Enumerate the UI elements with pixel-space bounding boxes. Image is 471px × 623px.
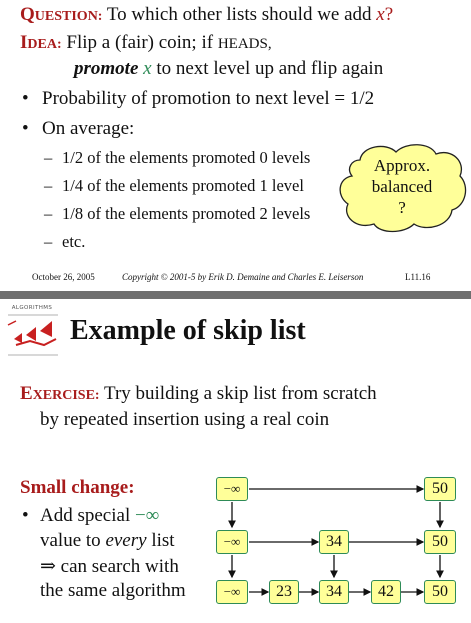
slide-separator	[0, 291, 471, 299]
footer-copyright: Copyright © 2001-5 by Erik D. Demaine an…	[122, 272, 364, 282]
bullet-on-average: On average:	[42, 118, 135, 139]
question-var: x	[376, 4, 385, 25]
node-middle-neg-infinity: −∞	[216, 530, 248, 554]
idea-promote: promote	[74, 58, 139, 79]
subitem-dash: –	[44, 176, 53, 195]
slide-example-skip-list: ALGORITHMS Example of skip list EXERCISE…	[0, 299, 471, 623]
idea-heads: HEADS,	[217, 36, 272, 52]
question-end: ?	[384, 4, 394, 25]
question-line: QUESTION: To which other lists should we…	[20, 4, 393, 26]
subitem-dash: –	[44, 232, 53, 251]
cloud-callout-text: Approx. balanced ?	[352, 155, 452, 218]
idea-var: x	[143, 58, 152, 79]
idea-label-rest: DEA:	[27, 37, 62, 52]
bullet-probability: Probability of promotion to next level =…	[42, 88, 375, 109]
node-bottom-23: 23	[269, 580, 299, 604]
idea-line-1: IDEA: Flip a (fair) coin; if HEADS,	[20, 32, 272, 54]
subitem-dash: –	[44, 148, 53, 167]
node-top-50: 50	[424, 477, 456, 501]
node-top-neg-infinity: −∞	[216, 477, 248, 501]
bullet-dot: •	[22, 88, 29, 109]
node-bottom-42: 42	[371, 580, 401, 604]
cloud-line-3: ?	[398, 198, 406, 217]
subitem-dash: –	[44, 204, 53, 223]
cloud-line-2: balanced	[371, 177, 433, 196]
node-middle-50: 50	[424, 530, 456, 554]
subitem-1-level: 1/4 of the elements promoted 1 level	[62, 176, 304, 195]
idea-text-b: to next level up and flip again	[156, 58, 384, 79]
footer-page-number: L11.16	[405, 272, 431, 282]
subitem-etc: etc.	[62, 232, 86, 251]
node-bottom-34: 34	[319, 580, 349, 604]
cloud-line-1: Approx.	[373, 156, 431, 175]
bullet-dot: •	[22, 118, 29, 139]
question-label-first: Q	[20, 4, 35, 25]
idea-line-2: promote x to next level up and flip agai…	[74, 58, 383, 80]
node-bottom-50: 50	[424, 580, 456, 604]
footer-date: October 26, 2005	[32, 272, 95, 282]
question-text: To which other lists should we add	[106, 4, 372, 25]
question-label-rest: UESTION:	[34, 9, 103, 24]
skip-list-links	[228, 485, 444, 596]
node-middle-34: 34	[319, 530, 349, 554]
subitem-0-levels: 1/2 of the elements promoted 0 levels	[62, 148, 311, 167]
idea-text-a: Flip a (fair) coin; if	[66, 32, 214, 53]
node-bottom-neg-infinity: −∞	[216, 580, 248, 604]
subitem-2-levels: 1/8 of the elements promoted 2 levels	[62, 204, 311, 223]
slide-skip-list-promotion: QUESTION: To which other lists should we…	[0, 0, 471, 291]
